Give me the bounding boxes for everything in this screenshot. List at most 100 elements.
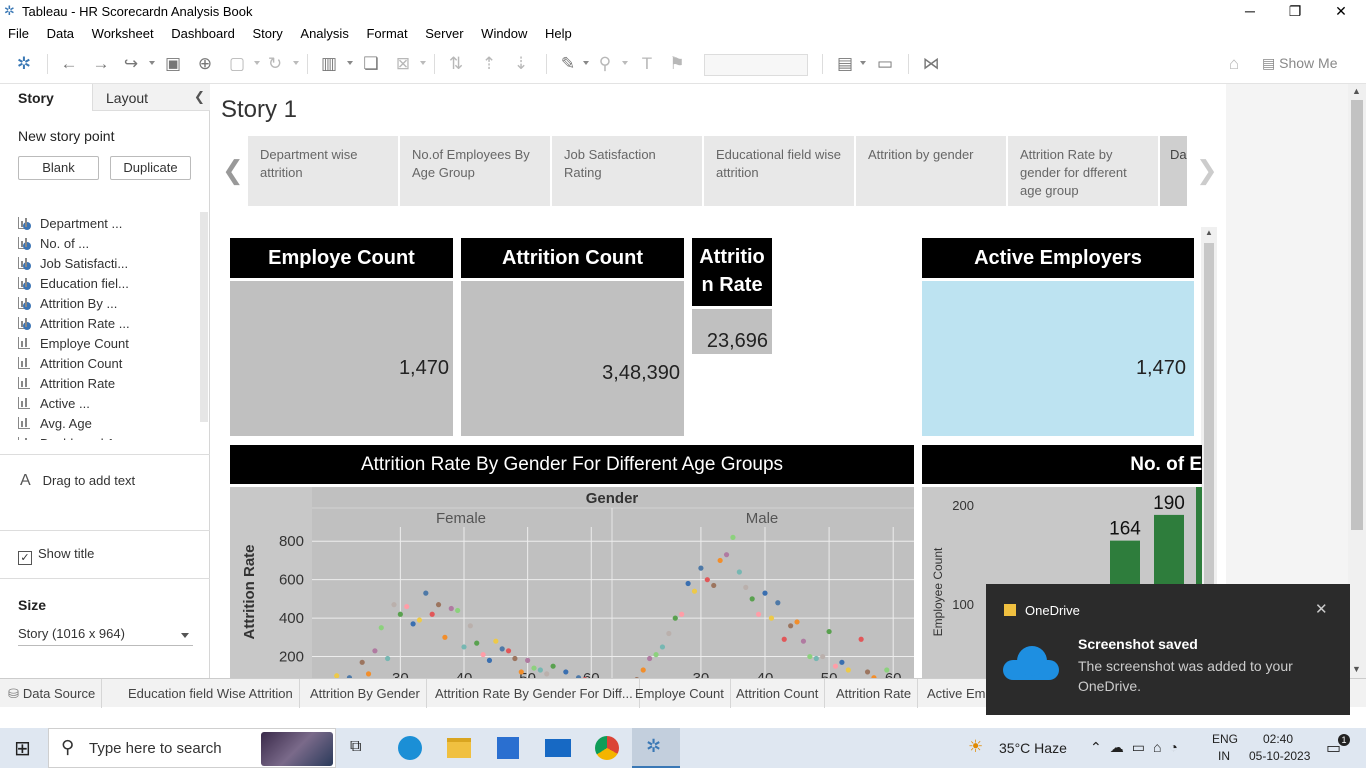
duplicate-sheet-icon[interactable]: ❏ <box>360 53 382 75</box>
scatter-point-male[interactable] <box>864 669 871 675</box>
scatter-point-female[interactable] <box>416 617 423 623</box>
scatter-point-male[interactable] <box>788 623 794 629</box>
scroll-up-icon[interactable]: ▲ <box>1352 86 1361 96</box>
clock-time[interactable]: 02:40 <box>1263 732 1293 746</box>
system-tray-icons[interactable]: ⌃☁▭⌂◔ <box>1090 739 1186 756</box>
taskbar-search[interactable]: ⚲ Type here to search <box>48 728 336 768</box>
scatter-point-female[interactable] <box>397 611 403 617</box>
sheet-item[interactable]: Attrition Rate <box>18 376 115 396</box>
scatter-point-male[interactable] <box>698 565 704 571</box>
new-data-source-icon[interactable]: ⊕ <box>194 53 216 75</box>
scatter-point-female[interactable] <box>461 644 467 650</box>
scatter-point-male[interactable] <box>717 557 723 564</box>
menu-dashboard[interactable]: Dashboard <box>164 22 242 45</box>
collapse-pane-icon[interactable]: ❮ <box>194 89 205 105</box>
scatter-point-male[interactable] <box>666 630 672 637</box>
sheet-item[interactable]: Employe Count <box>18 336 129 356</box>
duplicate-button[interactable]: Duplicate <box>110 156 191 180</box>
scatter-point-male[interactable] <box>653 652 659 658</box>
story-point-4[interactable]: Attrition by gender <box>856 136 1006 206</box>
menu-story[interactable]: Story <box>245 22 289 45</box>
show-title-checkbox[interactable]: ✓ Show title <box>18 546 94 565</box>
scatter-point-female[interactable] <box>467 623 473 629</box>
sheet-item[interactable]: Avg. Age <box>18 416 92 436</box>
story-point-2[interactable]: Job Satisfaction Rating <box>552 136 702 206</box>
scatter-point-female[interactable] <box>404 603 410 610</box>
scatter-point-male[interactable] <box>832 663 839 669</box>
swap-icon[interactable]: ⇅ <box>445 53 467 75</box>
paste-icon[interactable]: ▢ <box>226 53 248 75</box>
tab-story[interactable]: Story <box>0 84 92 111</box>
tableau-home-icon[interactable]: ✲ <box>13 53 35 75</box>
scatter-point-male[interactable] <box>755 611 762 617</box>
tab-layout[interactable]: Layout <box>92 84 210 111</box>
scatter-point-female[interactable] <box>378 625 384 631</box>
edge-icon[interactable] <box>398 736 422 760</box>
scatter-point-female[interactable] <box>518 669 524 675</box>
scatter-point-female[interactable] <box>493 638 499 644</box>
scatter-point-male[interactable] <box>794 619 800 625</box>
scatter-point-male[interactable] <box>813 655 819 662</box>
tab-education-field[interactable]: Education field Wise Attrition <box>122 679 300 708</box>
scatter-point-male[interactable] <box>711 582 717 589</box>
scatter-point-female[interactable] <box>525 657 531 663</box>
scatter-point-male[interactable] <box>845 667 851 673</box>
sort-ascending-icon[interactable]: ⇡ <box>478 53 500 75</box>
scatter-point-male[interactable] <box>826 628 832 635</box>
scatter-point-female[interactable] <box>480 652 486 658</box>
scatter-point-female[interactable] <box>442 634 448 640</box>
scatter-point-male[interactable] <box>807 653 813 660</box>
scatter-point-female[interactable] <box>372 648 378 654</box>
mail-icon[interactable] <box>545 739 571 757</box>
labels-icon[interactable]: T <box>636 53 658 75</box>
scatter-point-female[interactable] <box>359 659 365 665</box>
close-window-button[interactable]: ✕ <box>1318 0 1364 22</box>
scatter-point-female[interactable] <box>512 655 518 662</box>
scatter-point-male[interactable] <box>659 644 666 650</box>
pin-icon[interactable]: ⚑ <box>666 53 688 75</box>
scroll-down-icon[interactable]: ▼ <box>1352 664 1361 674</box>
scatter-point-male[interactable] <box>820 653 826 660</box>
close-icon[interactable]: ✕ <box>1315 600 1328 618</box>
chrome-icon[interactable] <box>595 736 619 760</box>
scatter-point-female[interactable] <box>505 648 512 654</box>
show-me-button[interactable]: ▤ Show Me <box>1262 55 1337 72</box>
tab-data-source[interactable]: ⛁ Data Source <box>0 679 103 708</box>
size-dropdown[interactable]: Story (1016 x 964) <box>18 626 193 646</box>
tab-attrition-by-gender[interactable]: Attrition By Gender <box>304 679 427 708</box>
paint-format-icon[interactable]: ⌂ <box>1223 53 1245 75</box>
new-worksheet-icon[interactable]: ▥ <box>318 53 340 75</box>
scatter-point-male[interactable] <box>768 615 775 621</box>
tableau-taskbar-item[interactable]: ✲ <box>632 728 680 768</box>
scatter-point-female[interactable] <box>544 671 550 677</box>
highlight-icon[interactable]: ✎ <box>557 53 579 75</box>
scatter-point-female[interactable] <box>429 611 435 617</box>
sort-descending-icon[interactable]: ⇣ <box>510 53 532 75</box>
redo-icon[interactable]: → <box>90 53 112 75</box>
task-view-icon[interactable]: ⧉ <box>350 738 361 756</box>
story-point-1[interactable]: No.of Employees By Age Group <box>400 136 550 206</box>
scatter-point-female[interactable] <box>435 602 442 608</box>
scatter-point-male[interactable] <box>858 636 864 642</box>
clear-sheet-icon[interactable]: ⊠ <box>392 53 414 75</box>
scroll-up-icon[interactable]: ▲ <box>1205 228 1213 237</box>
scatter-point-male[interactable] <box>691 588 698 594</box>
scatter-point-male[interactable] <box>723 552 730 558</box>
scatter-point-female[interactable] <box>474 640 480 646</box>
scatter-point-female[interactable] <box>448 605 454 612</box>
scatter-point-female[interactable] <box>365 671 372 677</box>
sheet-item[interactable]: Dashboard 1 <box>18 436 114 440</box>
tab-attrition-rate[interactable]: Attrition Rate <box>830 679 919 708</box>
sheet-item[interactable]: Attrition By ... <box>18 296 117 316</box>
scatter-point-male[interactable] <box>647 655 653 662</box>
menu-format[interactable]: Format <box>359 22 414 45</box>
refresh-icon[interactable]: ↻ <box>264 53 286 75</box>
file-explorer-icon[interactable] <box>447 738 471 758</box>
minimize-button[interactable]: ─ <box>1227 0 1273 22</box>
language-line2[interactable]: IN <box>1218 749 1230 763</box>
menu-worksheet[interactable]: Worksheet <box>85 22 161 45</box>
scatter-point-male[interactable] <box>749 596 755 602</box>
show-cards-icon[interactable]: ▤ <box>834 53 856 75</box>
scatter-point-male[interactable] <box>743 584 749 590</box>
scatter-point-male[interactable] <box>800 638 807 644</box>
